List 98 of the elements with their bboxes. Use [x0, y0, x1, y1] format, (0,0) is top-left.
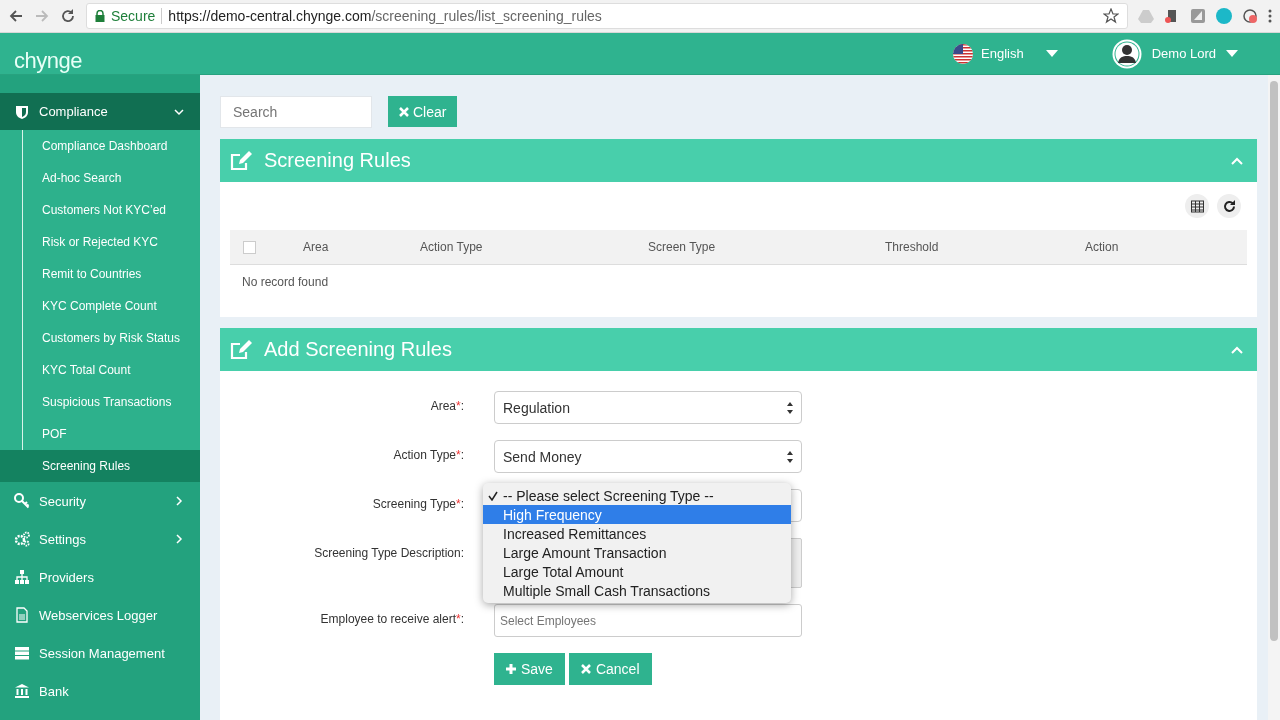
- collapse-icon[interactable]: [1231, 345, 1243, 354]
- field-label: Area: [430, 399, 456, 413]
- field-label: Screening Type Description: [314, 546, 461, 560]
- sidebar-item[interactable]: Bank: [0, 672, 200, 710]
- required-mark: *: [456, 612, 461, 626]
- checkmark-icon: [488, 490, 498, 501]
- caret-icon[interactable]: [1226, 49, 1238, 58]
- employee-field[interactable]: Select Employees: [494, 604, 802, 637]
- sidebar-subitem[interactable]: Ad-hoc Search: [0, 162, 200, 194]
- dropdown-option[interactable]: High Frequency: [483, 505, 791, 524]
- plus-icon: [506, 664, 516, 674]
- colon: :: [460, 612, 464, 626]
- key-icon: [14, 493, 30, 509]
- updown-icon: [787, 450, 793, 463]
- column-header[interactable]: Screen Type: [648, 240, 716, 254]
- column-header[interactable]: Threshold: [885, 240, 939, 254]
- shield-icon: [14, 103, 30, 120]
- sidebar-item[interactable]: Compliance: [0, 93, 200, 130]
- chevron-right-icon: [174, 496, 184, 506]
- colon: :: [460, 497, 464, 511]
- circle-extension-icon[interactable]: [1216, 8, 1232, 24]
- sidebar-subitem[interactable]: Risk or Rejected KYC: [0, 226, 200, 258]
- dropdown-option[interactable]: Large Total Amount: [483, 562, 791, 581]
- sidebar-subitem[interactable]: Customers Not KYC’ed: [0, 194, 200, 226]
- sidebar-item[interactable]: Webservices Logger: [0, 596, 200, 634]
- sidebar-item[interactable]: Providers: [0, 558, 200, 596]
- sidebar-subitem[interactable]: KYC Total Count: [0, 354, 200, 386]
- refresh-icon: [1222, 199, 1236, 213]
- language-label[interactable]: English: [981, 46, 1024, 61]
- chevron-down-icon: [174, 106, 184, 117]
- dropdown-option[interactable]: Large Amount Transaction: [483, 543, 791, 562]
- sidebar-item[interactable]: Settings: [0, 520, 200, 558]
- required-mark: *: [456, 497, 461, 511]
- search-field[interactable]: Search: [220, 96, 372, 128]
- column-header[interactable]: Action: [1085, 240, 1119, 254]
- select-all-checkbox[interactable]: [243, 240, 256, 254]
- sidebar-subitem[interactable]: Compliance Dashboard: [0, 130, 200, 162]
- square-extension-icon[interactable]: [1190, 8, 1206, 24]
- field-label: Action Type: [393, 448, 456, 462]
- field-label: Screening Type: [372, 497, 456, 511]
- edit-icon: [230, 339, 252, 360]
- save-button[interactable]: Save: [494, 653, 565, 685]
- address-bar[interactable]: Secure https://demo-central.chynge.com/screening_rules/list_screening_rules: [86, 3, 1128, 29]
- panel-title: Screening Rules: [264, 149, 412, 172]
- column-header[interactable]: Area: [303, 240, 329, 254]
- colon: :: [460, 546, 464, 560]
- chevron-right-icon: [174, 534, 184, 544]
- dropdown-option[interactable]: -- Please select Screening Type --: [483, 486, 791, 505]
- logo[interactable]: chynge: [0, 48, 200, 74]
- url-host: https://demo-central.chynge.com: [168, 8, 372, 24]
- sidebar-subitem[interactable]: Remit to Countries: [0, 258, 200, 290]
- panel-title: Add Screening Rules: [264, 338, 453, 361]
- sidebar-subitem[interactable]: KYC Complete Count: [0, 290, 200, 322]
- sidebar-subitem[interactable]: Screening Rules: [0, 450, 200, 482]
- server-icon: [14, 645, 30, 661]
- empty-message: No record found: [242, 275, 329, 289]
- close-icon: [399, 106, 409, 117]
- dropdown-option[interactable]: Multiple Small Cash Transactions: [483, 581, 791, 600]
- sidebar-subitem[interactable]: Suspicious Transactions: [0, 386, 200, 418]
- user-name[interactable]: Demo Lord: [1151, 46, 1216, 61]
- reload-icon[interactable]: [60, 8, 76, 24]
- scrollbar-thumb[interactable]: [1270, 81, 1278, 641]
- forward-icon[interactable]: [34, 8, 50, 24]
- required-mark: *: [456, 448, 461, 462]
- refresh-button[interactable]: [1217, 194, 1241, 218]
- grid-icon: [1190, 199, 1204, 213]
- required-mark: *: [456, 399, 461, 413]
- flag-icon: [953, 43, 974, 64]
- colon: :: [460, 399, 464, 413]
- edit-icon: [230, 150, 252, 171]
- caret-icon[interactable]: [1045, 49, 1058, 58]
- close-icon: [580, 664, 591, 674]
- select-field[interactable]: Send Money: [494, 440, 802, 473]
- sidebar-subitem[interactable]: POF: [0, 418, 200, 450]
- field-label: Employee to receive alert: [320, 612, 456, 626]
- secure-label: Secure: [111, 8, 156, 24]
- sitemap-icon: [14, 569, 30, 585]
- lock-icon: [95, 10, 105, 22]
- columns-button[interactable]: [1185, 194, 1209, 218]
- sidebar-item[interactable]: Session Management: [0, 634, 200, 672]
- star-icon[interactable]: [1103, 8, 1119, 24]
- select-field[interactable]: Regulation: [494, 391, 802, 424]
- document-icon: [14, 607, 30, 623]
- cancel-button[interactable]: Cancel: [568, 653, 652, 685]
- sidebar-subitem[interactable]: Customers by Risk Status: [0, 322, 200, 354]
- colon: :: [460, 448, 464, 462]
- avatar-icon: [1111, 38, 1142, 69]
- bank-icon: [14, 683, 30, 699]
- collapse-icon[interactable]: [1231, 156, 1243, 165]
- dropdown-option[interactable]: Increased Remittances: [483, 524, 791, 543]
- rings-extension-icon[interactable]: [1242, 8, 1258, 24]
- updown-icon: [787, 401, 793, 414]
- url-path: /screening_rules/list_screening_rules: [371, 8, 602, 24]
- sidebar-item[interactable]: Security: [0, 482, 200, 520]
- menu-icon[interactable]: [1268, 8, 1272, 24]
- clear-button[interactable]: Clear: [388, 96, 458, 127]
- back-icon[interactable]: [8, 8, 24, 24]
- column-header[interactable]: Action Type: [420, 240, 483, 254]
